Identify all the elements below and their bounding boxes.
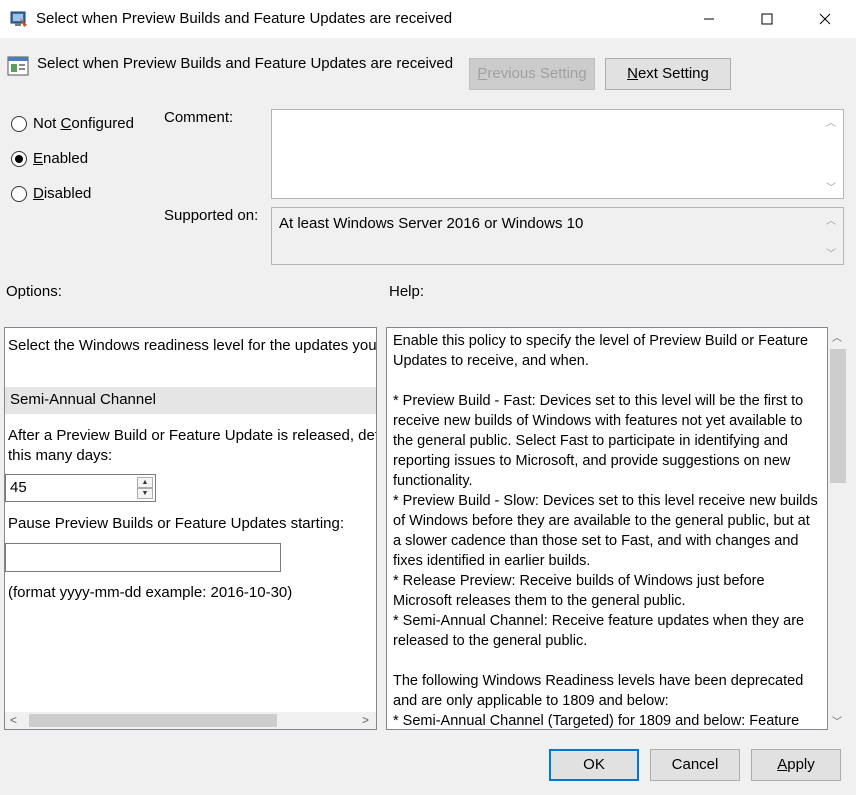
help-paragraph: The following Windows Readiness levels h… <box>393 673 804 709</box>
date-format-hint: (format yyyy-mm-dd example: 2016-10-30) <box>8 584 293 601</box>
scroll-up-icon[interactable]: ︿ <box>825 212 837 227</box>
radio-button-unchecked-icon <box>11 185 27 202</box>
options-pane: Select the Windows readiness level for t… <box>4 327 377 730</box>
help-vertical-scrollbar[interactable]: ︿ ﹀ <box>828 327 848 730</box>
apply-label: pply <box>787 756 815 773</box>
pause-date-input[interactable] <box>5 543 281 572</box>
help-paragraph: * Preview Build - Slow: Devices set to t… <box>393 493 818 569</box>
spin-up-icon[interactable]: ▲ <box>137 477 153 488</box>
scroll-down-icon[interactable]: ﹀ <box>825 245 837 260</box>
readiness-level-label: Select the Windows readiness level for t… <box>8 337 377 354</box>
supported-on-box: At least Windows Server 2016 or Windows … <box>271 207 844 265</box>
ok-button[interactable]: OK <box>549 749 639 781</box>
readiness-level-value: Semi-Annual Channel <box>10 391 156 408</box>
radio-enabled-label: Enabled <box>33 150 89 167</box>
close-button[interactable] <box>796 0 854 38</box>
comment-textarea[interactable]: ︿ ﹀ <box>271 109 844 199</box>
radio-enabled[interactable]: Enabled <box>11 150 88 167</box>
radio-button-checked-icon <box>11 150 27 167</box>
options-horizontal-scrollbar[interactable]: < > <box>5 712 376 729</box>
scroll-up-icon[interactable]: ︿ <box>825 114 837 129</box>
window-title: Select when Preview Builds and Feature U… <box>36 10 453 27</box>
defer-days-stepper[interactable]: 45 ▲ ▼ <box>5 474 156 502</box>
help-text: Enable this policy to specify the level … <box>393 331 819 729</box>
radio-disabled[interactable]: Disabled <box>11 185 91 202</box>
radio-button-unchecked-icon <box>11 115 27 132</box>
supported-on-value: At least Windows Server 2016 or Windows … <box>279 215 584 232</box>
radio-not-configured[interactable]: Not Configured <box>11 115 134 132</box>
scroll-up-icon[interactable]: ︿ <box>832 329 842 344</box>
previous-setting-button[interactable]: Previous Setting <box>469 58 595 90</box>
policy-setting-icon <box>7 56 29 76</box>
readiness-level-dropdown[interactable]: Semi-Annual Channel <box>5 387 376 414</box>
next-setting-label: ext Setting <box>637 65 709 82</box>
apply-mnemonic: A <box>777 756 788 773</box>
setting-title: Select when Preview Builds and Feature U… <box>37 55 454 72</box>
spin-down-icon[interactable]: ▼ <box>137 488 153 499</box>
defer-days-value: 45 <box>10 479 27 496</box>
options-label: Options: <box>6 283 62 300</box>
help-paragraph: * Semi-Annual Channel: Receive feature u… <box>393 613 805 649</box>
help-paragraph: * Release Preview: Receive builds of Win… <box>393 573 765 609</box>
radio-not-configured-label: Not Configured <box>33 115 134 132</box>
apply-button[interactable]: Apply <box>751 749 841 781</box>
radio-disabled-label: Disabled <box>33 185 92 202</box>
help-label: Help: <box>389 283 425 300</box>
maximize-button[interactable] <box>738 0 796 38</box>
previous-setting-label: revious Setting <box>487 65 587 82</box>
next-setting-button[interactable]: Next Setting <box>605 58 731 90</box>
help-pane: Enable this policy to specify the level … <box>386 327 828 730</box>
minimize-icon <box>704 18 714 20</box>
scrollbar-thumb[interactable] <box>830 349 846 483</box>
maximize-icon <box>761 13 773 25</box>
help-paragraph: * Preview Build - Fast: Devices set to t… <box>393 393 804 489</box>
minimize-button[interactable] <box>680 0 738 38</box>
cancel-button[interactable]: Cancel <box>650 749 740 781</box>
previous-setting-mnemonic: P <box>477 65 488 82</box>
supported-on-label: Supported on: <box>164 207 259 224</box>
close-icon <box>819 13 831 25</box>
help-paragraph: Enable this policy to specify the level … <box>393 333 809 369</box>
help-paragraph: * Semi-Annual Channel (Targeted) for 180… <box>393 713 800 729</box>
next-setting-mnemonic: N <box>627 65 638 82</box>
scroll-right-icon[interactable]: > <box>362 713 369 727</box>
policy-app-icon <box>10 11 27 27</box>
scroll-left-icon[interactable]: < <box>10 713 17 727</box>
scrollbar-thumb[interactable] <box>29 714 277 727</box>
scroll-down-icon[interactable]: ﹀ <box>832 713 842 728</box>
pause-date-label: Pause Preview Builds or Feature Updates … <box>8 515 344 532</box>
scroll-down-icon[interactable]: ﹀ <box>825 179 837 194</box>
defer-days-label: After a Preview Build or Feature Update … <box>8 427 376 464</box>
comment-label: Comment: <box>164 109 234 126</box>
